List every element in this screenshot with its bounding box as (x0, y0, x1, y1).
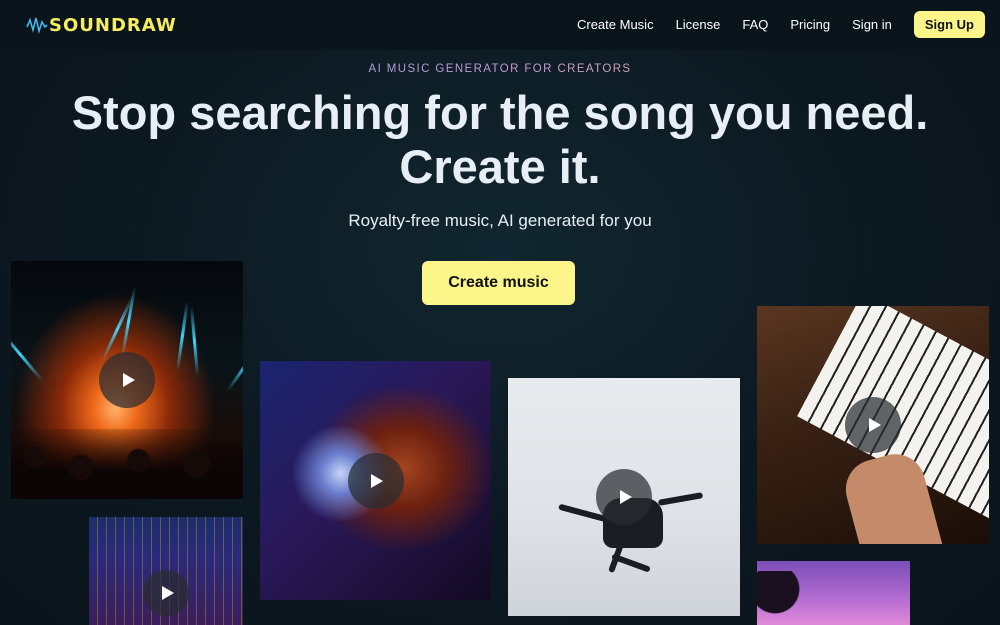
play-icon[interactable] (845, 397, 901, 453)
create-music-button[interactable]: Create music (422, 261, 575, 305)
light-beam (226, 332, 243, 392)
light-beam (176, 301, 189, 372)
hero-eyebrow: AI MUSIC GENERATOR FOR CREATORS (0, 63, 1000, 75)
waveform-logo-icon (26, 17, 48, 34)
logo[interactable]: SOUNDRAW (26, 14, 177, 36)
hero-headline: Stop searching for the song you need. Cr… (0, 86, 1000, 194)
nav-link-license[interactable]: License (676, 17, 721, 32)
headline-line-2: Create it. (399, 140, 601, 193)
nav-link-faq[interactable]: FAQ (742, 17, 768, 32)
logo-text: SOUNDRAW (49, 14, 177, 36)
light-beam (121, 286, 137, 357)
light-beam (189, 306, 199, 377)
sign-up-button[interactable]: Sign Up (913, 11, 985, 38)
nav-links: Create Music License FAQ Pricing Sign in… (577, 11, 985, 38)
nav-link-create-music[interactable]: Create Music (577, 17, 654, 32)
dancer-arm (657, 492, 704, 506)
crowd-silhouette (11, 429, 243, 499)
play-icon[interactable] (99, 352, 155, 408)
palm-tree (757, 571, 817, 625)
light-beam (11, 326, 44, 382)
city-video-card[interactable] (89, 517, 243, 625)
nav-link-sign-in[interactable]: Sign in (852, 17, 892, 32)
headline-line-1: Stop searching for the song you need. (71, 86, 929, 139)
play-icon[interactable] (347, 452, 404, 509)
palm-sunset-card[interactable] (757, 561, 910, 625)
concert-video-card[interactable] (11, 261, 243, 499)
disco-video-card[interactable] (260, 361, 491, 600)
top-nav: SOUNDRAW Create Music License FAQ Pricin… (0, 0, 1000, 50)
dancer-video-card[interactable] (508, 378, 740, 616)
piano-video-card[interactable] (757, 306, 989, 544)
play-icon[interactable] (596, 469, 652, 525)
hero-subtitle: Royalty-free music, AI generated for you (348, 211, 652, 230)
play-icon[interactable] (143, 569, 189, 616)
nav-link-pricing[interactable]: Pricing (790, 17, 830, 32)
